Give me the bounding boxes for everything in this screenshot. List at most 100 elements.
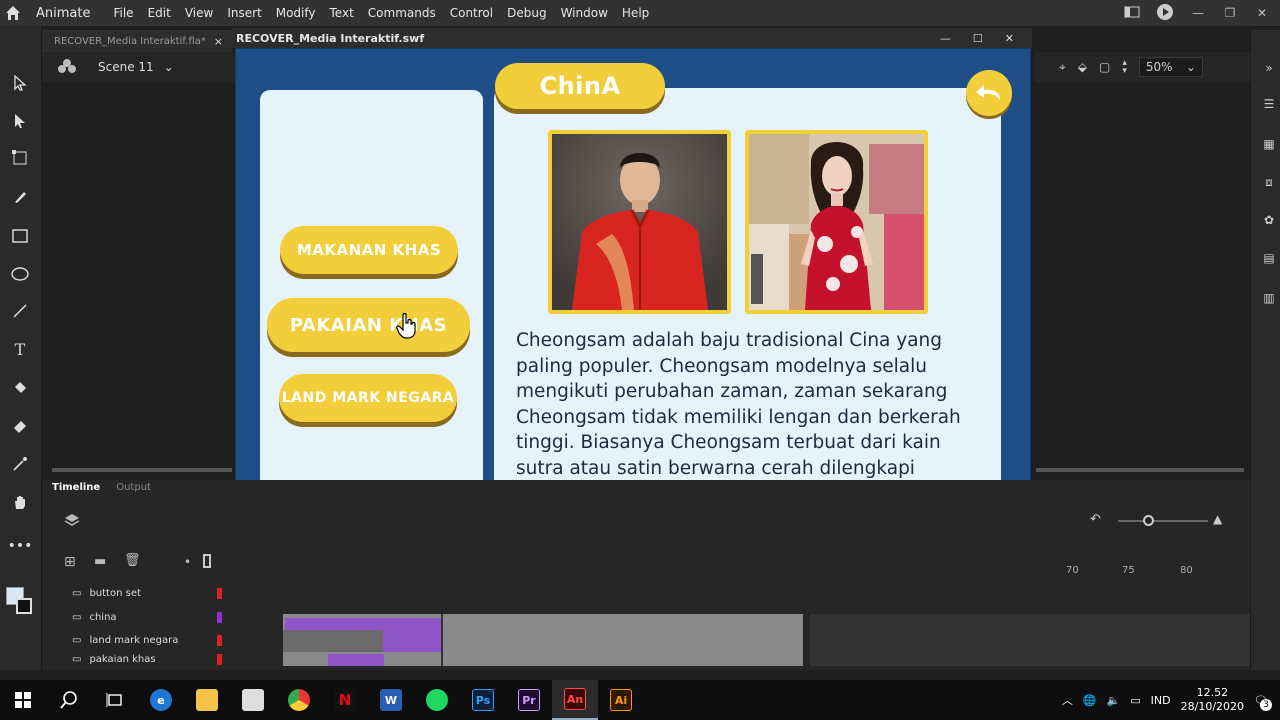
frame-number: 70 xyxy=(1066,565,1079,576)
keyframe-span[interactable] xyxy=(283,630,383,652)
store-icon[interactable] xyxy=(230,680,276,720)
outline-icon[interactable] xyxy=(203,554,211,568)
illustrator-icon[interactable]: Ai xyxy=(598,680,644,720)
more-tools-icon[interactable]: ••• xyxy=(8,535,33,557)
folder-icon[interactable]: ▬ xyxy=(94,554,106,569)
stepper-icon[interactable]: ▴ ▾ xyxy=(1122,59,1127,76)
tab-timeline[interactable]: Timeline xyxy=(52,482,100,498)
premiere-icon[interactable]: Pr xyxy=(506,680,552,720)
edge-icon[interactable]: e xyxy=(138,680,184,720)
tween-span[interactable] xyxy=(328,654,384,666)
photoshop-icon[interactable]: Ps xyxy=(460,680,506,720)
motion-editor-icon[interactable]: ⧈ xyxy=(1261,174,1277,190)
menu-window[interactable]: Window xyxy=(554,6,615,20)
menu-modify[interactable]: Modify xyxy=(269,6,323,20)
minimize-icon[interactable]: — xyxy=(1190,6,1206,20)
makanan-khas-button[interactable]: MAKANAN KHAS xyxy=(280,226,458,274)
volume-icon[interactable]: 🔈 xyxy=(1107,694,1121,707)
netflix-icon[interactable]: N xyxy=(322,680,368,720)
close-icon[interactable]: ✕ xyxy=(1005,32,1014,45)
timeline-frames[interactable] xyxy=(283,614,803,666)
layer-row[interactable]: ▭ button set xyxy=(72,582,222,604)
task-view-icon[interactable] xyxy=(92,680,138,720)
spotify-icon[interactable] xyxy=(414,680,460,720)
workspace-icon[interactable] xyxy=(1124,6,1140,21)
back-button[interactable] xyxy=(966,70,1012,116)
mountain-icon[interactable]: ▲ xyxy=(1213,512,1222,526)
layers-icon[interactable] xyxy=(64,512,80,532)
word-icon[interactable]: W xyxy=(368,680,414,720)
tween-span[interactable] xyxy=(285,618,441,630)
windows-start-icon[interactable] xyxy=(0,680,46,720)
notification-icon[interactable]: 🗨3 xyxy=(1254,694,1272,711)
hand-tool-icon[interactable] xyxy=(9,491,31,513)
frame-size-slider[interactable] xyxy=(1118,520,1208,522)
panel-collapse-icon[interactable]: » xyxy=(1261,60,1277,76)
brush-tool-icon[interactable] xyxy=(9,186,31,208)
clock[interactable]: 12.52 28/10/2020 xyxy=(1181,686,1244,714)
chevron-down-icon[interactable]: ⌄ xyxy=(164,60,174,74)
menu-insert[interactable]: Insert xyxy=(220,6,268,20)
minimize-icon[interactable]: — xyxy=(940,32,951,45)
components-icon[interactable]: ▥ xyxy=(1261,290,1277,306)
oval-tool-icon[interactable] xyxy=(9,263,31,285)
properties-icon[interactable]: ☰ xyxy=(1261,96,1277,112)
rectangle-tool-icon[interactable] xyxy=(9,225,31,247)
assets-icon[interactable]: ✿ xyxy=(1261,212,1277,228)
layer-name: button set xyxy=(89,587,141,599)
file-explorer-icon[interactable] xyxy=(184,680,230,720)
scrollbar[interactable] xyxy=(52,468,232,472)
library-icon[interactable]: ▦ xyxy=(1261,136,1277,152)
menu-debug[interactable]: Debug xyxy=(500,6,553,20)
scene-name[interactable]: Scene 11 xyxy=(98,60,154,74)
layer-row[interactable]: ▭ land mark negara xyxy=(72,629,222,651)
menu-commands[interactable]: Commands xyxy=(361,6,443,20)
line-tool-icon[interactable] xyxy=(9,300,31,322)
add-layer-icon[interactable]: ⊞ xyxy=(64,554,76,570)
snap-icon[interactable]: ⌖ xyxy=(1059,60,1066,75)
selection-tool-icon[interactable] xyxy=(9,72,31,94)
maximize-icon[interactable]: ☐ xyxy=(973,32,983,45)
animate-taskbar-icon[interactable]: An xyxy=(552,680,598,720)
battery-icon[interactable]: ▭ xyxy=(1130,694,1140,707)
menu-file[interactable]: File xyxy=(106,6,140,20)
network-globe-icon[interactable]: 🌐 xyxy=(1083,694,1097,707)
close-icon[interactable]: ✕ xyxy=(1254,6,1270,20)
home-icon[interactable] xyxy=(0,0,26,26)
align-icon[interactable]: ▤ xyxy=(1261,250,1277,266)
play-icon[interactable] xyxy=(1156,3,1174,24)
chevron-up-icon[interactable]: ︿ xyxy=(1062,692,1073,708)
menu-edit[interactable]: Edit xyxy=(141,6,178,20)
close-icon[interactable]: × xyxy=(214,35,223,48)
layer-row[interactable]: ▭ pakaian khas xyxy=(72,652,222,666)
magic-wand-icon[interactable] xyxy=(9,453,31,475)
menu-view[interactable]: View xyxy=(178,6,220,20)
tween-span[interactable] xyxy=(383,630,441,652)
layer-row[interactable]: ▭ china xyxy=(72,606,222,628)
subselection-tool-icon[interactable] xyxy=(9,110,31,132)
land-mark-negara-button[interactable]: LAND MARK NEGARA xyxy=(279,374,457,422)
loop-icon[interactable]: ↶ xyxy=(1090,512,1101,527)
slider-handle[interactable] xyxy=(1143,515,1154,526)
clip-icon[interactable]: ▢ xyxy=(1099,60,1110,74)
restore-icon[interactable]: ❐ xyxy=(1222,6,1238,20)
text-tool-icon[interactable]: T xyxy=(9,338,31,360)
chrome-icon[interactable] xyxy=(276,680,322,720)
highlight-dot-icon[interactable]: • xyxy=(184,555,191,569)
tab-output[interactable]: Output xyxy=(116,482,151,498)
language-indicator[interactable]: IND xyxy=(1151,694,1171,707)
pakaian-khas-button[interactable]: PAKAIAN KHAS xyxy=(267,298,470,352)
menu-control[interactable]: Control xyxy=(443,6,500,20)
fill-stage-icon[interactable]: ⬙ xyxy=(1078,60,1087,74)
paint-bucket-icon[interactable] xyxy=(9,377,31,399)
search-icon[interactable] xyxy=(46,680,92,720)
eraser-tool-icon[interactable] xyxy=(9,415,31,437)
menu-help[interactable]: Help xyxy=(615,6,656,20)
menu-text[interactable]: Text xyxy=(323,6,361,20)
scrollbar[interactable] xyxy=(1036,468,1244,472)
document-tab[interactable]: RECOVER_Media Interaktif.fla* × xyxy=(42,30,232,52)
stroke-color-swatch[interactable] xyxy=(16,598,32,614)
transform-tool-icon[interactable] xyxy=(9,147,31,169)
delete-icon[interactable]: 🗑 xyxy=(124,553,141,568)
zoom-dropdown[interactable]: 50% ⌄ xyxy=(1138,57,1203,77)
